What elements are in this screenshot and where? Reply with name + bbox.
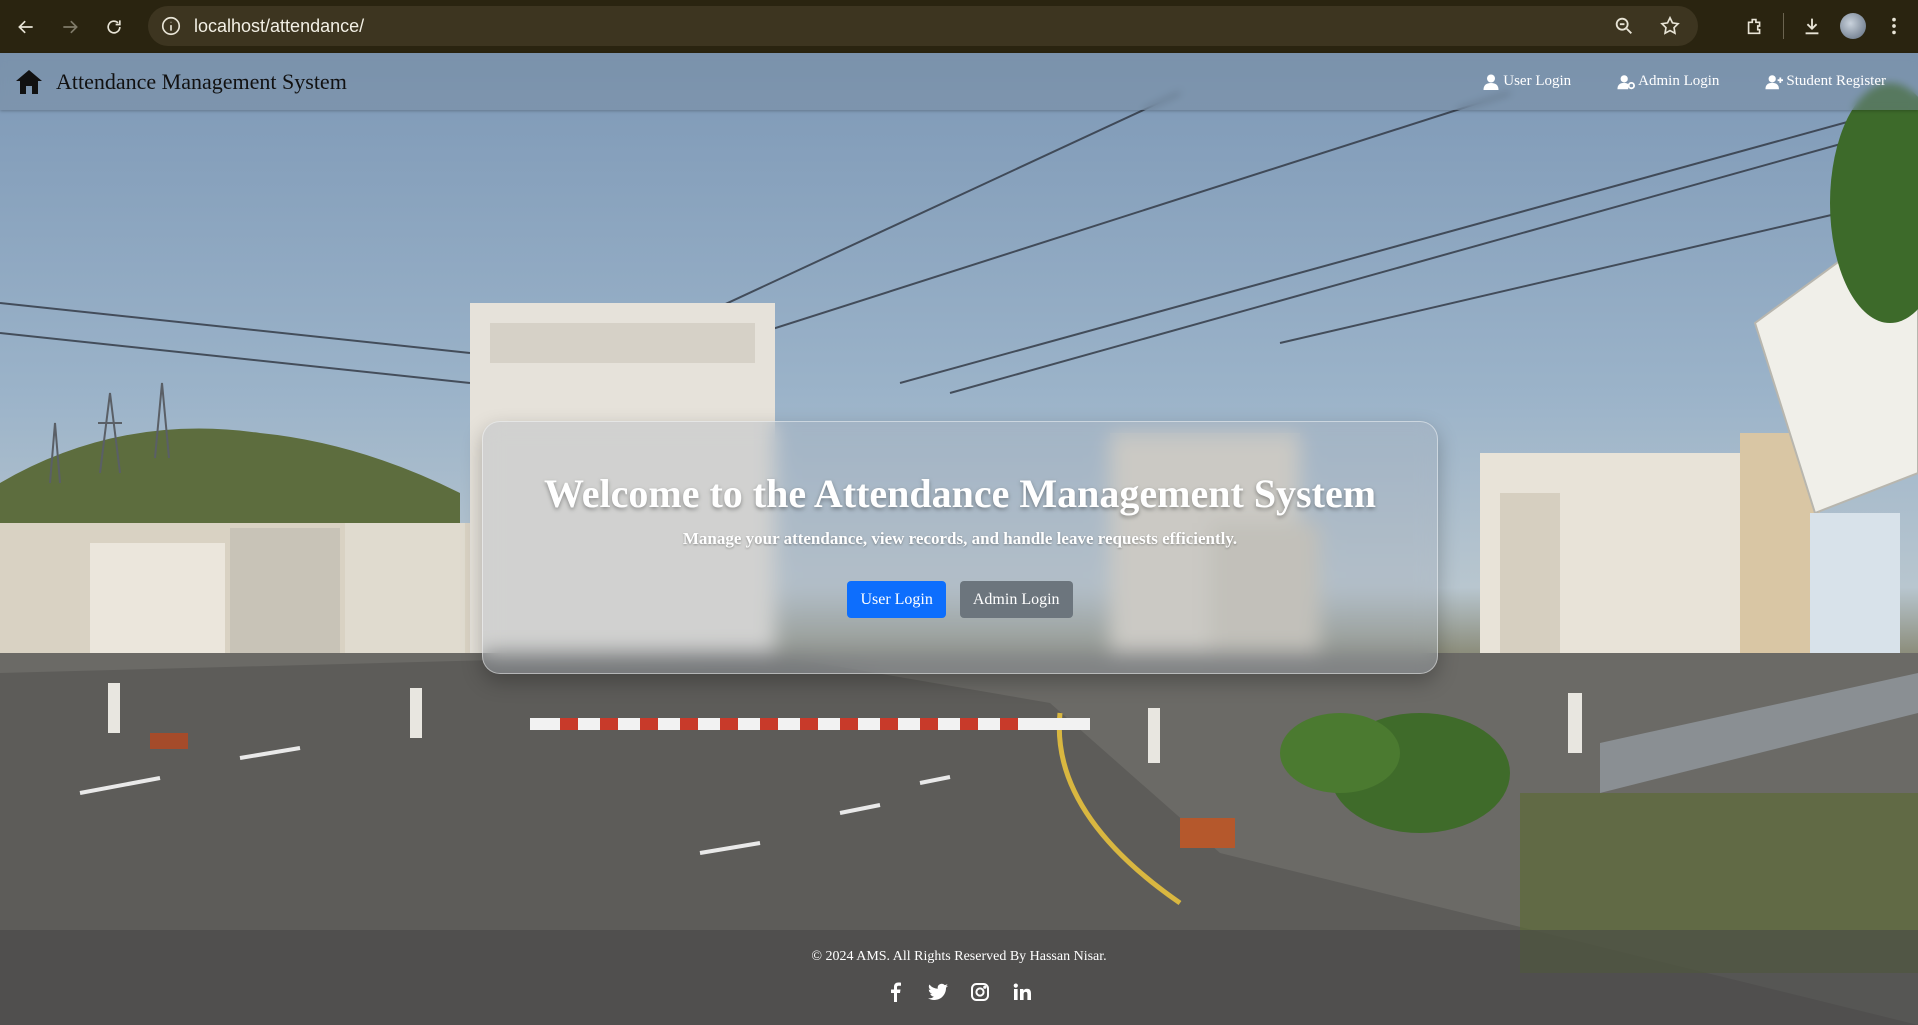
nav-student-register[interactable]: Student Register (1765, 73, 1886, 90)
nav-student-register-label: Student Register (1786, 73, 1886, 89)
welcome-card: Welcome to the Attendance Management Sys… (482, 421, 1438, 674)
social-links (0, 981, 1918, 1003)
home-icon (16, 69, 42, 94)
toolbar-divider (1783, 13, 1784, 39)
bookmark-star-icon[interactable] (1652, 8, 1688, 44)
footer-copyright: © 2024 AMS. All Rights Reserved By Hassa… (811, 949, 1107, 964)
back-arrow-icon[interactable] (8, 9, 44, 45)
address-bar[interactable]: localhost/attendance/ (148, 6, 1698, 46)
nav-admin-login[interactable]: Admin Login (1617, 73, 1719, 90)
nav-user-login-label: User Login (1503, 73, 1572, 89)
download-icon[interactable] (1794, 8, 1830, 44)
nav-links: User Login Admin Login Student Register (1482, 73, 1886, 90)
zoom-icon[interactable] (1606, 8, 1642, 44)
welcome-title: Welcome to the Attendance Management Sys… (543, 471, 1377, 516)
linkedin-icon[interactable] (1011, 981, 1033, 1003)
reload-icon[interactable] (96, 9, 132, 45)
hero-button-row: User Login Admin Login (483, 581, 1437, 618)
browser-toolbar: localhost/attendance/ (0, 0, 1918, 53)
twitter-icon[interactable] (927, 981, 949, 1003)
site-info-icon[interactable] (160, 15, 182, 37)
admin-login-button[interactable]: Admin Login (959, 581, 1073, 618)
url-text[interactable]: localhost/attendance/ (194, 16, 364, 37)
extensions-icon[interactable] (1737, 8, 1773, 44)
welcome-subtitle: Manage your attendance, view records, an… (682, 529, 1238, 548)
instagram-icon[interactable] (969, 981, 991, 1003)
site-footer: © 2024 AMS. All Rights Reserved By Hassa… (0, 930, 1918, 1025)
forward-arrow-icon[interactable] (52, 9, 88, 45)
nav-user-login[interactable]: User Login (1482, 73, 1571, 90)
brand-title: Attendance Management System (56, 68, 347, 94)
facebook-icon[interactable] (885, 981, 907, 1003)
user-gear-icon (1617, 74, 1636, 89)
profile-avatar[interactable] (1840, 13, 1866, 39)
user-plus-icon (1765, 74, 1784, 89)
menu-dots-icon[interactable] (1876, 8, 1912, 44)
user-login-button[interactable]: User Login (847, 581, 946, 618)
brand-link[interactable]: Attendance Management System (14, 68, 347, 96)
site-navbar: Attendance Management System User Login … (0, 53, 1918, 110)
user-icon (1483, 74, 1499, 90)
nav-admin-login-label: Admin Login (1638, 73, 1720, 89)
